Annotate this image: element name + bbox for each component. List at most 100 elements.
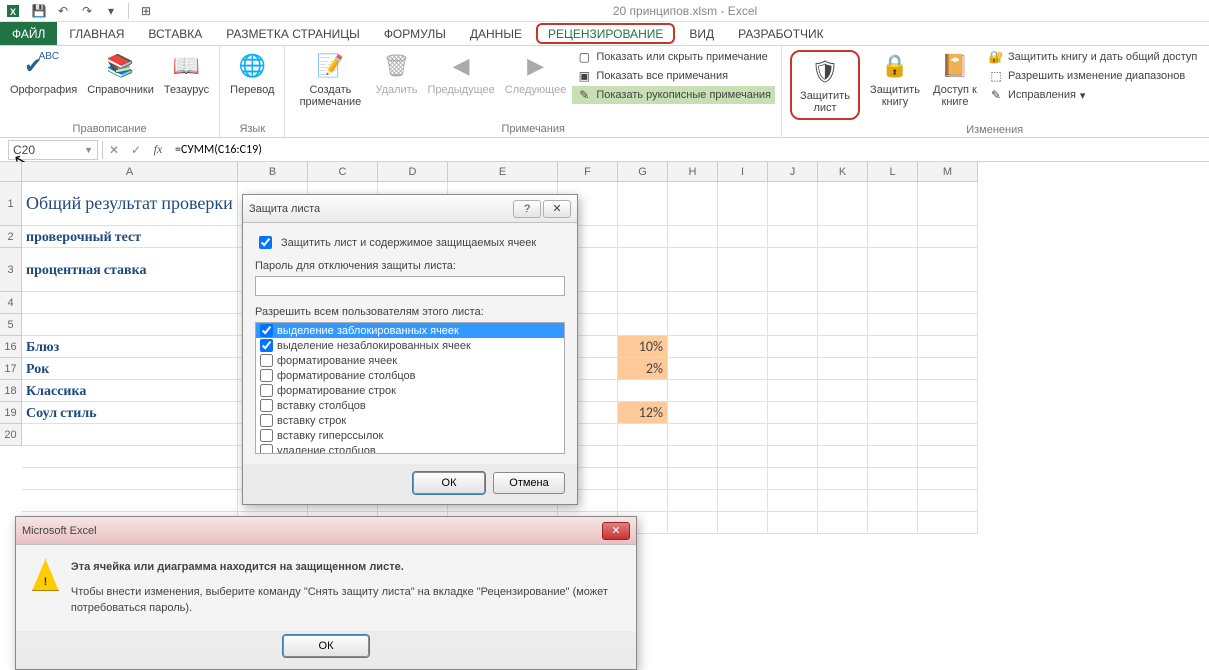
permission-checkbox[interactable] bbox=[260, 384, 273, 397]
cell[interactable] bbox=[818, 182, 868, 226]
undo-icon[interactable]: ↶ bbox=[52, 1, 74, 21]
tab-home[interactable]: ГЛАВНАЯ bbox=[57, 22, 136, 45]
show-all-comments-button[interactable]: ▣Показать все примечания bbox=[572, 67, 775, 85]
cell[interactable] bbox=[818, 512, 868, 534]
col-header[interactable]: F bbox=[558, 162, 618, 182]
cell[interactable] bbox=[618, 248, 668, 292]
cell[interactable] bbox=[868, 380, 918, 402]
cell[interactable]: 2% bbox=[618, 358, 668, 380]
cell[interactable] bbox=[668, 248, 718, 292]
cell[interactable] bbox=[868, 490, 918, 512]
cell[interactable] bbox=[768, 490, 818, 512]
cell[interactable]: проверочный тест bbox=[22, 226, 238, 248]
cell[interactable] bbox=[768, 446, 818, 468]
cell[interactable] bbox=[618, 424, 668, 446]
cell[interactable] bbox=[818, 358, 868, 380]
cell[interactable] bbox=[918, 182, 978, 226]
cell[interactable] bbox=[818, 292, 868, 314]
permission-item[interactable]: выделение заблокированных ячеек bbox=[256, 323, 564, 338]
cell[interactable]: 10% bbox=[618, 336, 668, 358]
cell[interactable] bbox=[618, 380, 668, 402]
cell[interactable] bbox=[718, 226, 768, 248]
cell[interactable] bbox=[618, 182, 668, 226]
cell[interactable] bbox=[668, 512, 718, 534]
col-header[interactable]: H bbox=[668, 162, 718, 182]
cell[interactable] bbox=[618, 292, 668, 314]
dialog-title-bar[interactable]: Защита листа ? ✕ bbox=[243, 195, 577, 223]
cell[interactable]: Общий результат проверки bbox=[22, 182, 238, 226]
col-header[interactable]: D bbox=[378, 162, 448, 182]
cell[interactable] bbox=[618, 490, 668, 512]
ok-button[interactable]: ОК bbox=[413, 472, 485, 494]
cell[interactable] bbox=[668, 424, 718, 446]
cell[interactable] bbox=[718, 512, 768, 534]
col-header[interactable]: L bbox=[868, 162, 918, 182]
tab-developer[interactable]: РАЗРАБОТЧИК bbox=[726, 22, 836, 45]
permission-checkbox[interactable] bbox=[260, 369, 273, 382]
fx-icon[interactable]: fx bbox=[147, 142, 169, 157]
protect-share-button[interactable]: 🔐Защитить книгу и дать общий доступ bbox=[984, 48, 1201, 66]
password-input[interactable] bbox=[255, 276, 565, 296]
cell[interactable] bbox=[868, 226, 918, 248]
cell[interactable] bbox=[668, 226, 718, 248]
cell[interactable] bbox=[668, 314, 718, 336]
worksheet[interactable]: 1 2 3 4 5 16 17 18 19 20 A B C D E F G H… bbox=[0, 162, 1209, 534]
formula-input[interactable] bbox=[169, 140, 1209, 160]
cell[interactable] bbox=[618, 314, 668, 336]
permission-checkbox[interactable] bbox=[260, 399, 273, 412]
translate-button[interactable]: 🌐 Перевод bbox=[226, 48, 278, 98]
cell[interactable] bbox=[918, 336, 978, 358]
cell[interactable] bbox=[918, 468, 978, 490]
cell[interactable] bbox=[768, 512, 818, 534]
cell[interactable] bbox=[918, 402, 978, 424]
col-header[interactable]: M bbox=[918, 162, 978, 182]
cell[interactable] bbox=[768, 336, 818, 358]
col-header[interactable]: J bbox=[768, 162, 818, 182]
share-workbook-button[interactable]: 📔 Доступ к книге bbox=[928, 48, 982, 110]
tab-view[interactable]: ВИД bbox=[677, 22, 726, 45]
cell[interactable] bbox=[668, 468, 718, 490]
save-icon[interactable]: 💾 bbox=[28, 1, 50, 21]
col-header[interactable]: E bbox=[448, 162, 558, 182]
close-icon[interactable]: ✕ bbox=[602, 522, 630, 540]
cell[interactable] bbox=[918, 226, 978, 248]
col-header[interactable]: I bbox=[718, 162, 768, 182]
cell[interactable] bbox=[868, 314, 918, 336]
cell[interactable] bbox=[818, 314, 868, 336]
cell[interactable] bbox=[868, 336, 918, 358]
protect-contents-input[interactable] bbox=[259, 236, 272, 249]
help-icon[interactable]: ? bbox=[513, 200, 541, 218]
cell[interactable] bbox=[668, 490, 718, 512]
cell[interactable] bbox=[718, 490, 768, 512]
spelling-button[interactable]: ✔ABC Орфография bbox=[6, 48, 81, 98]
row-header[interactable]: 2 bbox=[0, 226, 22, 248]
cell[interactable] bbox=[918, 314, 978, 336]
cell[interactable] bbox=[618, 226, 668, 248]
cell[interactable] bbox=[868, 446, 918, 468]
cell[interactable] bbox=[718, 248, 768, 292]
permission-item[interactable]: форматирование ячеек bbox=[256, 353, 564, 368]
permission-item[interactable]: вставку строк bbox=[256, 413, 564, 428]
cell[interactable] bbox=[668, 336, 718, 358]
cell[interactable] bbox=[768, 314, 818, 336]
cell[interactable] bbox=[918, 512, 978, 534]
cancel-button[interactable]: Отмена bbox=[493, 472, 565, 494]
cell[interactable] bbox=[818, 336, 868, 358]
permission-item[interactable]: выделение незаблокированных ячеек bbox=[256, 338, 564, 353]
cell[interactable] bbox=[768, 358, 818, 380]
permission-checkbox[interactable] bbox=[260, 429, 273, 442]
cell[interactable] bbox=[818, 446, 868, 468]
protect-contents-checkbox[interactable]: Защитить лист и содержимое защищаемых яч… bbox=[255, 233, 565, 252]
cell[interactable] bbox=[868, 292, 918, 314]
cell[interactable] bbox=[868, 358, 918, 380]
col-header[interactable]: K bbox=[818, 162, 868, 182]
col-header[interactable]: A bbox=[22, 162, 238, 182]
permissions-list[interactable]: выделение заблокированных ячееквыделение… bbox=[255, 322, 565, 454]
cell[interactable] bbox=[718, 402, 768, 424]
row-header[interactable]: 1 bbox=[0, 182, 22, 226]
cell[interactable] bbox=[22, 314, 238, 336]
cell[interactable] bbox=[768, 248, 818, 292]
cell[interactable] bbox=[718, 358, 768, 380]
dropdown-icon[interactable]: ▾ bbox=[100, 1, 122, 21]
cell[interactable] bbox=[768, 424, 818, 446]
